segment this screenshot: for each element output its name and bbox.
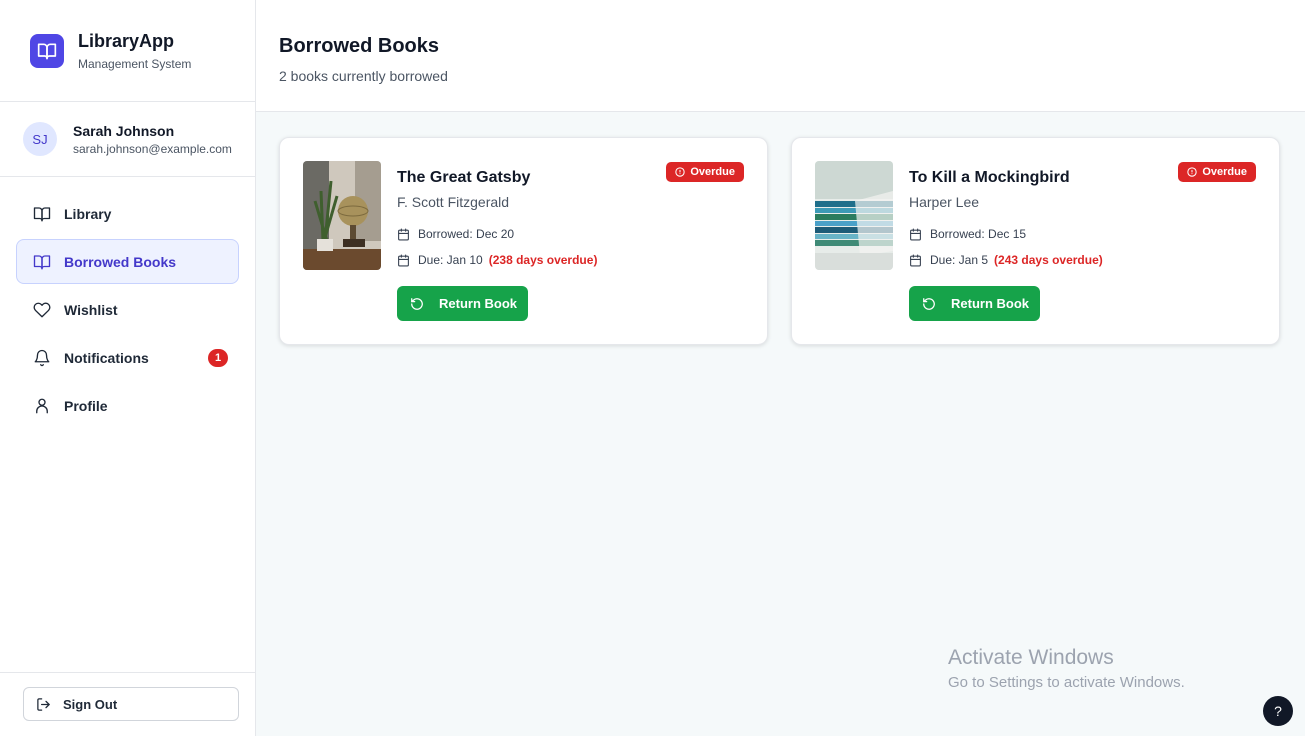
user-email: sarah.johnson@example.com — [73, 141, 232, 156]
sign-out-label: Sign Out — [63, 696, 118, 712]
book-open-icon — [30, 33, 64, 68]
sidebar-item-label: Library — [64, 205, 112, 222]
book-cover-image — [303, 161, 381, 270]
sidebar-item-wishlist[interactable]: Wishlist — [16, 287, 239, 332]
sidebar-item-library[interactable]: Library — [16, 191, 239, 236]
due-date: Due: Jan 10 (238 days overdue) — [397, 253, 597, 267]
brand: LibraryApp Management System — [0, 0, 255, 102]
page-title: Borrowed Books — [279, 35, 440, 57]
book-author: Harper Lee — [909, 194, 980, 210]
book-open-icon — [33, 254, 51, 269]
calendar-icon — [910, 254, 921, 266]
sidebar-nav: Library Borrowed Books Wishlist Notifica… — [0, 177, 255, 428]
sign-out-button[interactable]: Sign Out — [23, 687, 239, 721]
sidebar-item-label: Notifications — [64, 349, 149, 366]
sign-out-icon — [37, 697, 50, 711]
sidebar-item-borrowed-books[interactable]: Borrowed Books — [16, 239, 239, 284]
page-subtitle: 2 books currently borrowed — [279, 68, 448, 84]
overdue-days-text: (243 days overdue) — [994, 253, 1103, 267]
windows-activation-watermark: Activate Windows Go to Settings to activ… — [948, 646, 1185, 691]
borrowed-date-text: Borrowed: Dec 20 — [418, 227, 515, 241]
calendar-icon — [910, 228, 921, 240]
due-date-text: Due: Jan 10 — [418, 253, 483, 267]
due-date: Due: Jan 5 (243 days overdue) — [909, 253, 1103, 267]
rotate-ccw-icon — [923, 297, 935, 310]
watermark-subtitle: Go to Settings to activate Windows. — [948, 674, 1185, 691]
return-book-button[interactable]: Return Book — [909, 286, 1040, 321]
page-header: Borrowed Books 2 books currently borrowe… — [256, 0, 1305, 112]
borrowed-date: Borrowed: Dec 20 — [397, 227, 514, 241]
sidebar-item-label: Wishlist — [64, 301, 118, 318]
book-open-icon — [33, 206, 51, 221]
watermark-title: Activate Windows — [948, 646, 1114, 669]
sidebar-item-label: Profile — [64, 397, 108, 414]
calendar-icon — [398, 254, 409, 266]
avatar: SJ — [23, 122, 57, 156]
overdue-badge: Overdue — [666, 162, 744, 182]
sidebar-item-label: Borrowed Books — [64, 253, 177, 270]
brand-title: LibraryApp — [78, 30, 175, 51]
brand-subtitle: Management System — [78, 56, 192, 71]
return-book-button[interactable]: Return Book — [397, 286, 528, 321]
book-title: The Great Gatsby — [397, 169, 531, 186]
borrowed-date-text: Borrowed: Dec 15 — [930, 227, 1027, 241]
borrowed-date: Borrowed: Dec 15 — [909, 227, 1026, 241]
heart-icon — [33, 302, 51, 317]
alert-circle-icon — [675, 167, 686, 177]
help-button[interactable]: ? — [1263, 696, 1293, 726]
borrowed-book-card: To Kill a Mockingbird Harper Lee Borrowe… — [791, 137, 1280, 345]
book-title: To Kill a Mockingbird — [909, 169, 1070, 186]
overdue-badge: Overdue — [1178, 162, 1256, 182]
user-name: Sarah Johnson — [73, 122, 175, 139]
book-author: F. Scott Fitzgerald — [397, 194, 510, 210]
sidebar-item-notifications[interactable]: Notifications 1 — [16, 335, 239, 380]
user-panel: SJ Sarah Johnson sarah.johnson@example.c… — [0, 102, 255, 177]
borrowed-book-card: The Great Gatsby F. Scott Fitzgerald Bor… — [279, 137, 768, 345]
sidebar: LibraryApp Management System SJ Sarah Jo… — [0, 0, 256, 736]
notification-count-badge: 1 — [208, 348, 228, 367]
rotate-ccw-icon — [411, 297, 423, 310]
overdue-badge-label: Overdue — [1202, 166, 1247, 178]
return-book-label: Return Book — [439, 296, 517, 311]
user-icon — [36, 398, 48, 413]
bell-icon — [34, 349, 50, 366]
due-date-text: Due: Jan 5 — [930, 253, 989, 267]
sidebar-item-profile[interactable]: Profile — [16, 383, 239, 428]
overdue-badge-label: Overdue — [690, 166, 735, 178]
book-cover-image — [815, 161, 893, 270]
calendar-icon — [398, 228, 409, 240]
return-book-label: Return Book — [951, 296, 1029, 311]
alert-circle-icon — [1187, 167, 1198, 177]
overdue-days-text: (238 days overdue) — [488, 253, 598, 267]
sidebar-footer: Sign Out — [0, 672, 255, 736]
